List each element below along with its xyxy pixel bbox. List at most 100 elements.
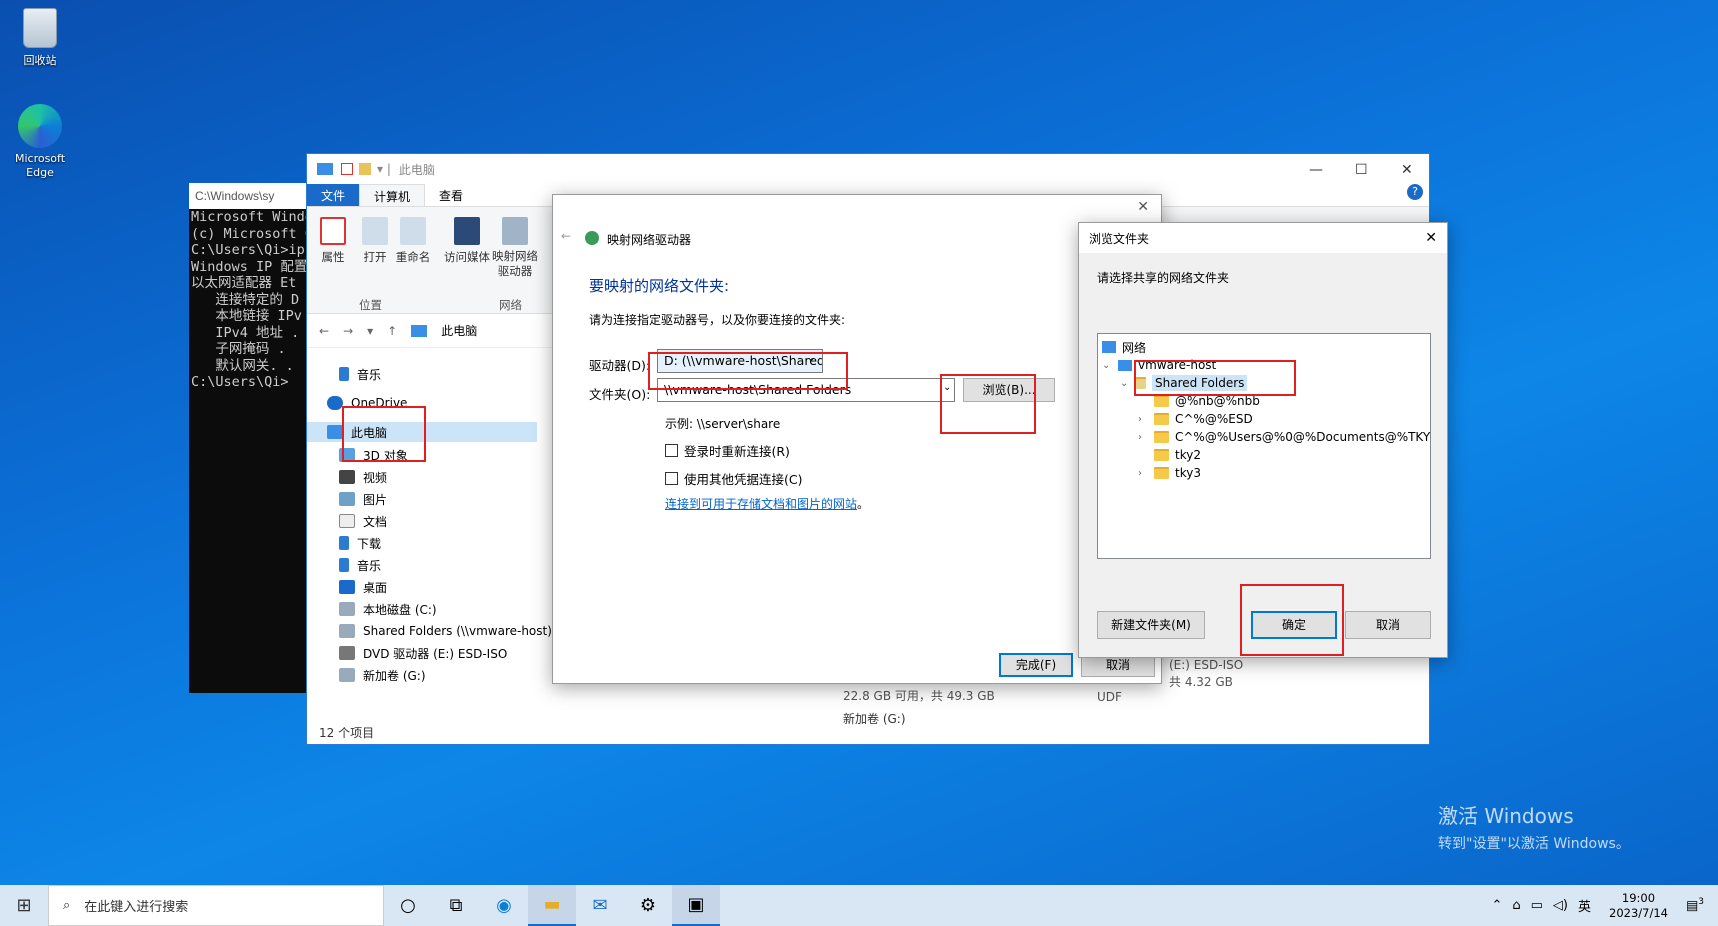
tree-folder-4[interactable]: tky2 [1138, 446, 1201, 464]
ime-lang[interactable]: 英 [1578, 896, 1591, 915]
nav-new-volume[interactable]: 新加卷 (G:) [339, 665, 426, 685]
website-link[interactable]: 连接到可用于存储文档和图片的网站 [665, 497, 857, 511]
display-icon[interactable]: ▭ [1531, 898, 1543, 913]
close-icon[interactable]: ✕ [1401, 162, 1413, 178]
properties-button[interactable]: 属性 [311, 217, 355, 265]
finish-button[interactable]: 完成(F) [999, 653, 1073, 677]
tree-folder-1-label: @%nb@%nbb [1175, 394, 1260, 408]
nav-dvd[interactable]: DVD 驱动器 (E:) ESD-ISO [339, 643, 507, 663]
properties-label: 属性 [321, 250, 345, 264]
nav-videos[interactable]: 视频 [339, 467, 387, 487]
folder-label: 文件夹(O): [589, 387, 651, 402]
example-text: 示例: \\server\share [665, 417, 781, 431]
host-expand-icon[interactable]: ⌄ [1102, 360, 1112, 371]
cortana-icon[interactable]: ○ [384, 885, 432, 926]
properties-quick-icon[interactable] [341, 163, 353, 175]
map-close-icon[interactable]: ✕ [1137, 199, 1149, 215]
mail-taskbar-icon[interactable]: ✉ [576, 885, 624, 926]
recent-icon[interactable]: ▾ [367, 324, 373, 338]
tree-network[interactable]: 网络 [1102, 338, 1146, 356]
map-back-icon[interactable]: ← [561, 229, 571, 243]
content-free-space: 22.8 GB 可用，共 49.3 GB [843, 689, 995, 703]
edge-taskbar-icon[interactable]: ◉ [480, 885, 528, 926]
content-esd: (E:) ESD-ISO [1169, 658, 1244, 672]
recycle-bin-label: 回收站 [23, 54, 57, 67]
other-creds-checkbox[interactable]: 使用其他凭据连接(C) [665, 469, 802, 488]
volume-icon[interactable]: ◁) [1553, 898, 1568, 913]
minimize-icon[interactable]: — [1309, 162, 1323, 178]
tree-folder-3[interactable]: › C^%@%Users@%0@%Documents@%TKY [1138, 428, 1430, 446]
cmd-line: 子网掩码 . [191, 341, 286, 357]
tab-computer[interactable]: 计算机 [359, 184, 426, 206]
quick-access-dropdown-icon[interactable]: ▾ | [377, 162, 391, 176]
cmd-taskbar-icon[interactable]: ▣ [672, 885, 720, 926]
access-media-button[interactable]: 访问媒体 [439, 217, 495, 265]
cmd-title: C:\Windows\sy [189, 183, 309, 209]
cmd-line: 以太网适配器 Et [191, 275, 297, 291]
recycle-bin-icon[interactable]: 回收站 [0, 8, 80, 68]
map-instruction: 请为连接指定驱动器号，以及你要连接的文件夹: [589, 313, 846, 327]
map-drive-dialog[interactable]: ✕ ← 映射网络驱动器 要映射的网络文件夹: 请为连接指定驱动器号，以及你要连接… [552, 194, 1162, 684]
new-folder-button[interactable]: 新建文件夹(M) [1097, 611, 1205, 639]
nav-shared-folders[interactable]: Shared Folders (\\vmware-host) ( [339, 621, 560, 641]
content-total: 共 4.32 GB [1169, 675, 1233, 689]
edge-icon[interactable]: Microsoft Edge [0, 104, 80, 180]
browse-title: 浏览文件夹 [1089, 231, 1150, 246]
address-path: 此电脑 [441, 324, 478, 338]
tree-folder-2[interactable]: › C^%@%ESD [1138, 410, 1253, 428]
website-link-row: 连接到可用于存储文档和图片的网站。 [665, 495, 869, 512]
reconnect-label: 登录时重新连接(R) [684, 444, 790, 459]
cmd-line: 默认网关. . [191, 357, 294, 374]
task-view-icon[interactable]: ⧉ [432, 885, 480, 926]
nav-desktop[interactable]: 桌面 [339, 577, 387, 597]
settings-taskbar-icon[interactable]: ⚙ [624, 885, 672, 926]
taskbar: ⊞ ⌕ 在此键入进行搜索 ○ ⧉ ◉ ▬ ✉ ⚙ ▣ ⌃ ⌂ ▭ ◁) 英 19:… [0, 885, 1718, 926]
nav-pictures[interactable]: 图片 [339, 489, 387, 509]
notification-count: 3 [1698, 897, 1704, 908]
map-drive-button[interactable]: 映射网络驱动器 [489, 217, 541, 279]
maximize-icon[interactable]: ☐ [1355, 162, 1368, 178]
highlight-browse [940, 374, 1036, 434]
folder-5-expand-icon[interactable]: › [1138, 468, 1148, 479]
help-icon[interactable]: ? [1407, 184, 1423, 200]
tab-view[interactable]: 查看 [425, 184, 477, 206]
map-heading: 要映射的网络文件夹: [589, 277, 730, 295]
file-explorer-taskbar-icon[interactable]: ▬ [528, 885, 576, 926]
activation-watermark: 激活 Windows 转到"设置"以激活 Windows。 [1438, 800, 1630, 853]
shared-expand-icon[interactable]: ⌄ [1120, 378, 1130, 389]
nav-local-disk[interactable]: 本地磁盘 (C:) [339, 599, 437, 619]
nav-desktop-label: 桌面 [363, 580, 388, 595]
nav-music[interactable]: 音乐 [339, 555, 381, 575]
start-windows-icon[interactable]: ⊞ [0, 885, 48, 926]
new-folder-quick-icon[interactable] [359, 163, 371, 175]
tray-chevron-up-icon[interactable]: ⌃ [1491, 898, 1502, 913]
tree-folder-2-label: C^%@%ESD [1175, 412, 1253, 426]
notification-icon[interactable]: ▤3 [1686, 897, 1704, 913]
nav-documents[interactable]: 文档 [339, 511, 387, 531]
cmd-window[interactable]: C:\Windows\sy Microsoft Windo (c) Microso… [189, 183, 309, 693]
map-title: 映射网络驱动器 [607, 233, 692, 247]
folder-3-expand-icon[interactable]: › [1138, 432, 1148, 443]
cmd-line: C:\Users\Qi> [191, 374, 289, 390]
folder-2-expand-icon[interactable]: › [1138, 414, 1148, 425]
browse-close-icon[interactable]: ✕ [1425, 230, 1437, 246]
nav-music-top[interactable]: 音乐 [339, 364, 381, 384]
tab-file[interactable]: 文件 [307, 184, 360, 206]
pc-icon [317, 163, 333, 175]
network-status-icon[interactable]: ⌂ [1512, 898, 1520, 913]
taskbar-search[interactable]: ⌕ 在此键入进行搜索 [48, 885, 384, 926]
tree-folder-5-label: tky3 [1175, 466, 1201, 480]
system-tray: ⌃ ⌂ ▭ ◁) 英 19:00 2023/7/14 ▤3 [1491, 891, 1718, 921]
forward-icon[interactable]: → [343, 324, 353, 338]
up-icon[interactable]: ↑ [387, 324, 397, 338]
highlight-ok [1240, 584, 1344, 656]
tree-network-label: 网络 [1122, 340, 1147, 355]
reconnect-checkbox[interactable]: 登录时重新连接(R) [665, 441, 790, 460]
nav-downloads[interactable]: 下载 [339, 533, 381, 553]
access-media-label: 访问媒体 [444, 250, 490, 264]
tree-folder-5[interactable]: › tky3 [1138, 464, 1201, 482]
clock[interactable]: 19:00 2023/7/14 [1609, 891, 1668, 921]
browse-cancel-button[interactable]: 取消 [1345, 611, 1431, 639]
back-icon[interactable]: ← [319, 324, 329, 338]
rename-button[interactable]: 重命名 [391, 217, 435, 265]
